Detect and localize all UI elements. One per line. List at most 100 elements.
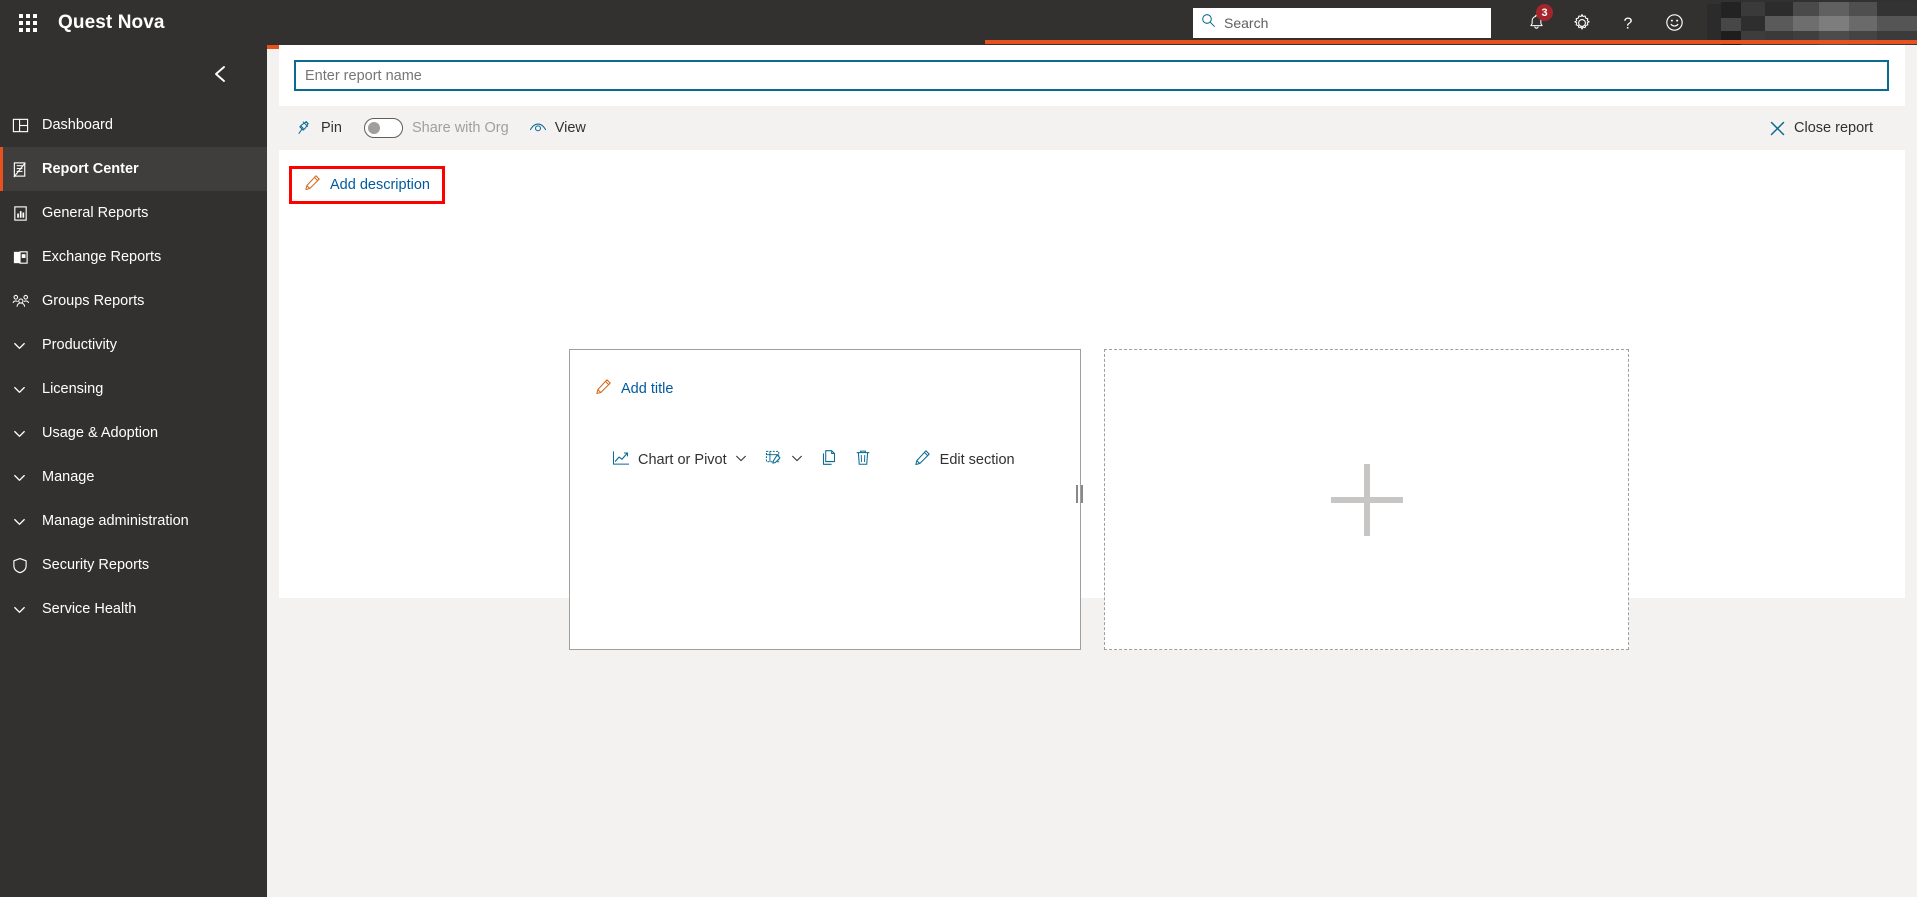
- app-header: Quest Nova 3: [0, 0, 1917, 45]
- notification-badge: 3: [1536, 4, 1553, 21]
- svg-text:?: ?: [1624, 15, 1633, 32]
- sidebar-item-label: Manage administration: [42, 513, 189, 529]
- line-chart-icon: [612, 450, 630, 471]
- sidebar-item-label: Productivity: [42, 337, 117, 353]
- smiley-face-icon: [1665, 14, 1683, 31]
- edit-section-label: Edit section: [939, 452, 1015, 468]
- chevron-down-icon[interactable]: [790, 451, 804, 470]
- sidebar-item-label: Usage & Adoption: [42, 425, 159, 441]
- delete-section-button[interactable]: [855, 445, 871, 475]
- edit-section-button[interactable]: Edit section: [914, 445, 1015, 475]
- search-icon: [1201, 13, 1216, 33]
- main-content: Pin Share with Org View Close report: [267, 45, 1917, 897]
- sidebar-collapse-button[interactable]: [0, 45, 267, 103]
- edit-table-button[interactable]: [765, 445, 804, 475]
- question-mark-icon: ?: [1624, 15, 1633, 32]
- header-actions: 3 ?: [1193, 0, 1917, 45]
- report-canvas: Add description Add title Chart or Pivot…: [279, 150, 1905, 650]
- sidebar-item-label: Dashboard: [42, 117, 113, 133]
- shield-icon: [12, 557, 42, 574]
- share-with-org-toggle[interactable]: [363, 118, 403, 138]
- gear-icon: [1574, 13, 1590, 30]
- sidebar-item-label: Report Center: [42, 161, 139, 177]
- sidebar-item-manage-administration[interactable]: Manage administration: [0, 499, 267, 543]
- sidebar-item-label: Security Reports: [42, 557, 150, 573]
- sidebar-item-label: Licensing: [42, 381, 104, 397]
- brand-accent-bar-right: [985, 40, 1917, 44]
- avatar-icon: [1707, 4, 1721, 42]
- duplicate-section-button[interactable]: [821, 445, 838, 475]
- sidebar-item-groups-reports[interactable]: Groups Reports: [0, 279, 267, 323]
- chart-or-pivot-button[interactable]: Chart or Pivot: [612, 445, 748, 475]
- report-section-card[interactable]: Add title Chart or Pivot Edit section: [569, 349, 1083, 650]
- sidebar-item-usage-adoption[interactable]: Usage & Adoption: [0, 411, 267, 455]
- search-box[interactable]: [1193, 7, 1491, 38]
- chevron-down-icon: [12, 382, 42, 397]
- sidebar-item-label: Service Health: [42, 601, 137, 617]
- chevron-down-icon: [12, 338, 42, 353]
- brand-title: Quest Nova: [58, 11, 165, 33]
- general-reports-icon: [12, 205, 42, 222]
- user-profile-area[interactable]: [1707, 0, 1917, 45]
- pin-button[interactable]: Pin: [297, 112, 342, 144]
- close-report-button[interactable]: Close report: [1769, 112, 1873, 144]
- sidebar-item-general-reports[interactable]: General Reports: [0, 191, 267, 235]
- sidebar-item-dashboard[interactable]: Dashboard: [0, 103, 267, 147]
- help-button[interactable]: ?: [1605, 0, 1651, 45]
- trash-icon: [855, 449, 871, 471]
- copy-icon: [821, 449, 838, 471]
- view-button[interactable]: View: [529, 112, 586, 144]
- sidebar-item-service-health[interactable]: Service Health: [0, 587, 267, 631]
- sidebar-item-licensing[interactable]: Licensing: [0, 367, 267, 411]
- add-title-label: Add title: [621, 381, 674, 397]
- chevron-down-icon: [12, 602, 42, 617]
- report-name-input[interactable]: [294, 60, 1889, 91]
- report-center-icon: [12, 161, 42, 178]
- chevron-down-icon[interactable]: [734, 451, 748, 470]
- sidebar-item-label: Exchange Reports: [42, 249, 162, 265]
- sidebar-item-manage[interactable]: Manage: [0, 455, 267, 499]
- sidebar-item-exchange-reports[interactable]: Exchange Reports: [0, 235, 267, 279]
- add-title-button[interactable]: Add title: [595, 376, 673, 402]
- resize-grip-icon[interactable]: [1076, 485, 1083, 503]
- sidebar-item-productivity[interactable]: Productivity: [0, 323, 267, 367]
- pin-label: Pin: [321, 120, 342, 136]
- settings-button[interactable]: [1559, 0, 1605, 45]
- sidebar-item-label: Manage: [42, 469, 95, 485]
- chevron-down-icon: [12, 470, 42, 485]
- notifications-button[interactable]: 3: [1513, 0, 1559, 45]
- chevron-down-icon: [12, 426, 42, 441]
- sidebar: Dashboard Report Center General Reports: [0, 45, 267, 897]
- feedback-button[interactable]: [1651, 0, 1697, 45]
- app-launcher-icon[interactable]: [0, 0, 56, 45]
- section-toolbar: Chart or Pivot Edit section: [612, 445, 1015, 475]
- add-section-placeholder[interactable]: [1104, 349, 1629, 650]
- sidebar-item-security-reports[interactable]: Security Reports: [0, 543, 267, 587]
- sidebar-item-label: General Reports: [42, 205, 149, 221]
- report-name-panel: [279, 45, 1905, 106]
- add-description-label: Add description: [330, 177, 430, 193]
- view-label: View: [554, 120, 586, 136]
- pencil-icon: [595, 378, 612, 400]
- dashboard-icon: [12, 117, 42, 134]
- chevron-left-icon: [215, 66, 225, 82]
- pencil-icon: [914, 449, 931, 471]
- plus-icon-vertical: [1363, 463, 1370, 536]
- eye-icon: [529, 121, 547, 136]
- chart-or-pivot-label: Chart or Pivot: [638, 452, 727, 468]
- close-x-icon: [1769, 120, 1786, 137]
- search-input[interactable]: [1224, 9, 1483, 36]
- exchange-reports-icon: [12, 249, 42, 266]
- toggle-knob: [367, 122, 380, 134]
- chevron-down-icon: [12, 514, 42, 529]
- add-description-button[interactable]: Add description: [289, 166, 445, 204]
- share-with-org-label: Share with Org: [411, 120, 509, 136]
- pin-icon: [297, 120, 313, 136]
- sidebar-item-report-center[interactable]: Report Center: [0, 147, 267, 191]
- report-toolbar: Pin Share with Org View Close report: [279, 106, 1905, 150]
- edit-table-icon: [765, 449, 783, 471]
- sidebar-item-label: Groups Reports: [42, 293, 145, 309]
- pencil-icon: [304, 174, 321, 196]
- groups-reports-icon: [12, 293, 42, 310]
- close-report-label: Close report: [1794, 120, 1873, 136]
